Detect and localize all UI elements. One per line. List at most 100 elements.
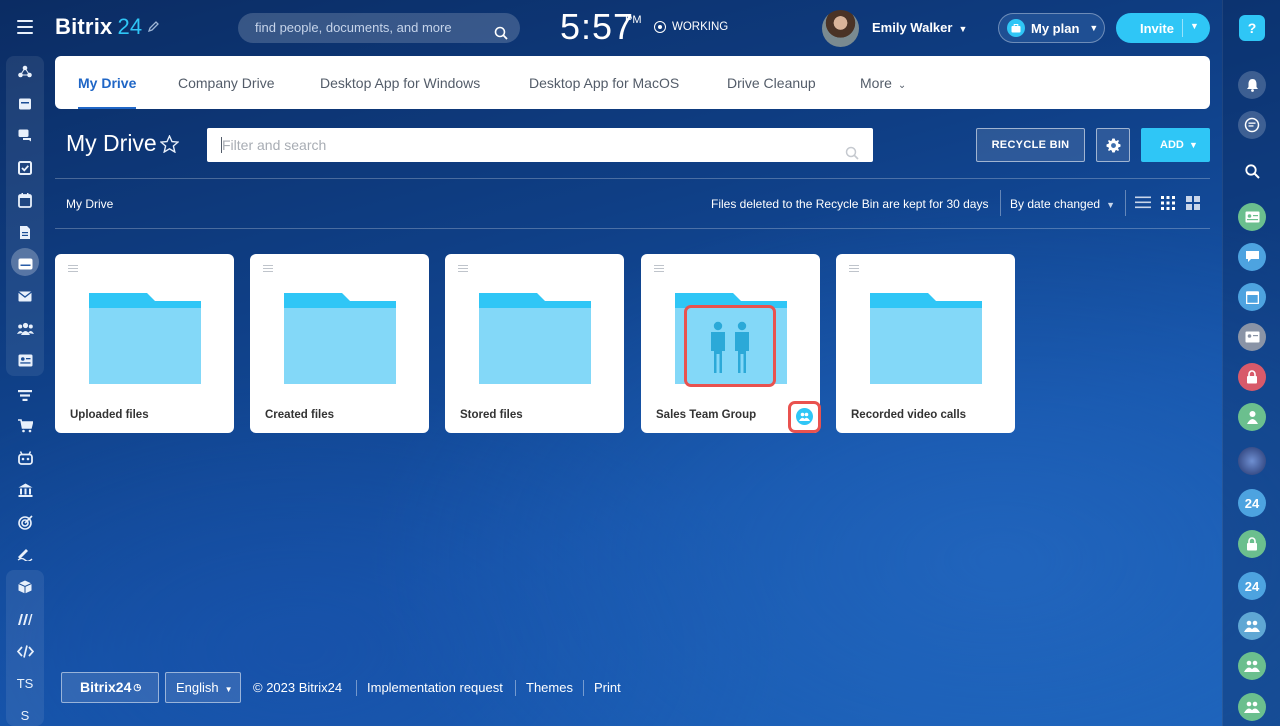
- tab-label: Desktop App for MacOS: [529, 75, 680, 91]
- sidebar-item-feed[interactable]: [6, 58, 44, 86]
- page-title: My Drive: [66, 130, 157, 156]
- folder-name: Stored files: [460, 409, 523, 421]
- tab-label: My Drive: [78, 75, 137, 91]
- messenger-button[interactable]: [1238, 111, 1266, 139]
- briefcase-icon: [1007, 19, 1025, 37]
- folder-icon: [870, 293, 982, 384]
- sidebar-item-calendar-board[interactable]: [6, 90, 44, 118]
- recent-contact-card[interactable]: [1238, 203, 1266, 231]
- sidebar-item-automation[interactable]: [6, 605, 44, 633]
- clock[interactable]: 5:57 PM: [560, 6, 642, 48]
- recent-private-chat[interactable]: [1238, 363, 1266, 391]
- tab-more[interactable]: More ⌄: [860, 56, 906, 109]
- work-status-button[interactable]: WORKING: [654, 21, 728, 33]
- folder-card[interactable]: Uploaded files: [55, 254, 234, 433]
- user-name: Emily Walker: [872, 20, 953, 35]
- bitrix24-logo[interactable]: Bitrix 24: [55, 14, 142, 40]
- mail-icon: [18, 290, 32, 301]
- drag-handle-icon[interactable]: [263, 265, 273, 274]
- recent-private-chat-2[interactable]: [1238, 530, 1266, 558]
- add-button[interactable]: ADD ▼: [1141, 128, 1210, 162]
- target-icon: [17, 514, 33, 530]
- recent-calendar-chat[interactable]: [1238, 283, 1266, 311]
- footer-brand: Bitrix24: [80, 679, 132, 695]
- pencil-icon[interactable]: [147, 20, 161, 34]
- grid-view-icon[interactable]: [1161, 196, 1177, 210]
- tab-desktop-app-windows[interactable]: Desktop App for Windows: [320, 56, 480, 109]
- sidebar-item-developer[interactable]: [6, 637, 44, 665]
- recent-group-chat[interactable]: [1238, 612, 1266, 640]
- sidebar-item-target[interactable]: [6, 508, 44, 536]
- recent-group-chat-3[interactable]: [1238, 693, 1266, 721]
- caret-down-icon: ▼: [224, 685, 233, 694]
- footer-link-themes[interactable]: Themes: [526, 680, 573, 695]
- contact-card-icon: [1245, 331, 1259, 343]
- sidebar-item-contact-center[interactable]: [6, 346, 44, 374]
- caret-down-icon[interactable]: ▼: [1190, 21, 1199, 31]
- filter-search-input[interactable]: Filter and search: [207, 128, 873, 162]
- tasks-icon: [18, 161, 32, 175]
- footer-link-print[interactable]: Print: [594, 680, 621, 695]
- recent-user-chat[interactable]: [1238, 403, 1266, 431]
- drag-handle-icon[interactable]: [849, 265, 859, 274]
- my-plan-button[interactable]: My plan ▼: [998, 13, 1105, 43]
- footer-link-implementation[interactable]: Implementation request: [367, 680, 503, 695]
- search-icon[interactable]: [494, 21, 508, 43]
- tab-company-drive[interactable]: Company Drive: [178, 56, 274, 109]
- toolbar-separator: [1125, 190, 1126, 216]
- tab-my-drive[interactable]: My Drive: [78, 56, 137, 109]
- language-selector[interactable]: English ▼: [165, 672, 241, 703]
- recent-bitrix-chat[interactable]: 24: [1238, 489, 1266, 517]
- folder-card[interactable]: Created files: [250, 254, 429, 433]
- sidebar-item-s[interactable]: S: [6, 701, 44, 726]
- settings-button[interactable]: [1096, 128, 1130, 162]
- recent-user-avatar[interactable]: [1238, 447, 1266, 475]
- tab-drive-cleanup[interactable]: Drive Cleanup: [727, 56, 816, 109]
- large-tiles-view-icon[interactable]: [1186, 196, 1202, 210]
- notifications-button[interactable]: [1238, 71, 1266, 99]
- sidebar-item-signature[interactable]: [6, 540, 44, 568]
- sidebar-item-groups[interactable]: [6, 314, 44, 342]
- sidebar-item-documents[interactable]: [6, 218, 44, 246]
- folder-card[interactable]: Recorded video calls: [836, 254, 1015, 433]
- drag-handle-icon[interactable]: [68, 265, 78, 274]
- sidebar-item-crm[interactable]: [6, 381, 44, 409]
- sidebar-item-onboarding[interactable]: [6, 476, 44, 504]
- sidebar-item-tasks[interactable]: [6, 154, 44, 182]
- right-search-button[interactable]: [1238, 157, 1266, 185]
- help-button[interactable]: ?: [1239, 15, 1265, 41]
- bitrix24-footer-logo[interactable]: Bitrix24 ◷: [61, 672, 159, 703]
- sort-dropdown[interactable]: By date changed ▼: [1010, 197, 1115, 211]
- menu-burger-icon[interactable]: [17, 20, 33, 34]
- star-icon[interactable]: [159, 134, 180, 159]
- tab-desktop-app-macos[interactable]: Desktop App for MacOS: [529, 56, 679, 109]
- folder-card[interactable]: Stored files: [445, 254, 624, 433]
- drag-handle-icon[interactable]: [458, 265, 468, 274]
- shared-folder-badge-icon[interactable]: [796, 408, 813, 425]
- search-icon[interactable]: [845, 138, 859, 172]
- sidebar-item-robot[interactable]: [6, 444, 44, 472]
- sidebar-item-chat[interactable]: [6, 122, 44, 150]
- breadcrumb[interactable]: My Drive: [66, 197, 113, 211]
- recent-chat-group[interactable]: [1238, 243, 1266, 271]
- recycle-bin-button[interactable]: RECYCLE BIN: [976, 128, 1085, 162]
- global-search-input[interactable]: find people, documents, and more: [238, 13, 520, 43]
- sidebar-item-drive[interactable]: [6, 248, 44, 278]
- sidebar-item-shop[interactable]: [6, 412, 44, 440]
- sidebar-item-calendar[interactable]: [6, 186, 44, 214]
- divider: [55, 178, 1210, 179]
- user-menu[interactable]: Emily Walker ▼: [872, 20, 967, 35]
- sidebar-item-mail[interactable]: [6, 282, 44, 310]
- recent-bitrix-chat-2[interactable]: 24: [1238, 572, 1266, 600]
- drag-handle-icon[interactable]: [654, 265, 664, 274]
- invite-button[interactable]: Invite ▼: [1116, 13, 1210, 43]
- contact-card-icon: [1245, 211, 1259, 223]
- text-cursor: [221, 137, 222, 153]
- sidebar-item-inventory[interactable]: [6, 573, 44, 601]
- user-avatar[interactable]: [822, 10, 859, 47]
- list-view-icon[interactable]: [1135, 196, 1151, 210]
- recent-group-chat-2[interactable]: [1238, 652, 1266, 680]
- footer-separator: [356, 680, 357, 696]
- recent-contact-card-2[interactable]: [1238, 323, 1266, 351]
- tab-label: More: [860, 75, 892, 91]
